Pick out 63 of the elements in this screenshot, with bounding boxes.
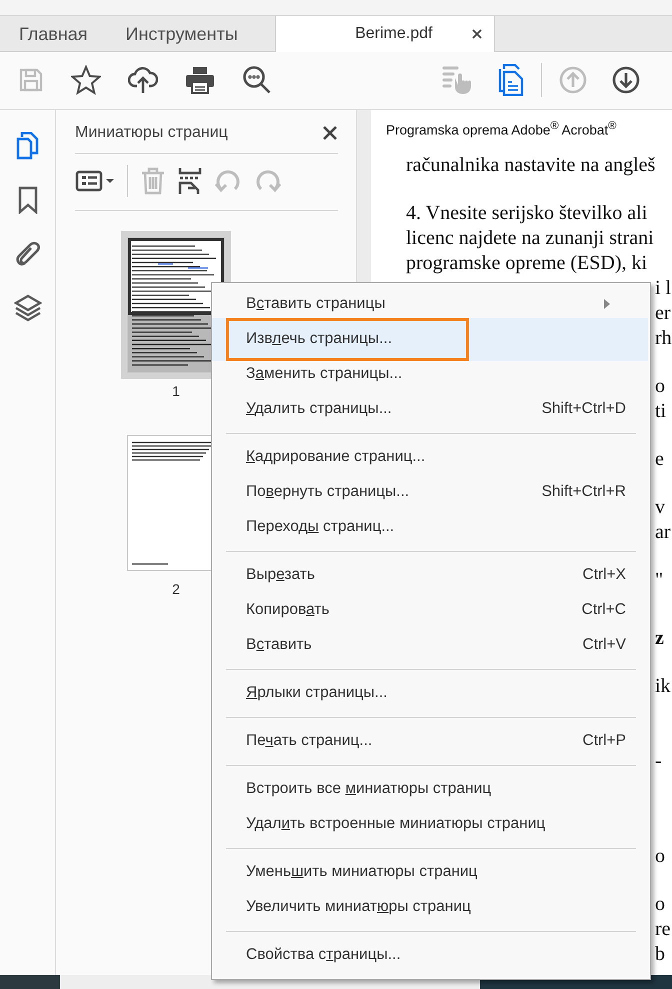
menu-item[interactable]: Встроить все миниатюры страниц bbox=[212, 772, 648, 807]
shortcut-text: Ctrl+P bbox=[582, 732, 626, 750]
tab-label[interactable]: Berime.pdf bbox=[276, 24, 472, 43]
shortcut-text: Ctrl+X bbox=[582, 566, 626, 584]
document-text-line: rh bbox=[655, 326, 672, 352]
options-menu-icon[interactable] bbox=[75, 170, 115, 192]
printer-icon[interactable] bbox=[185, 66, 215, 94]
shortcut-text: Ctrl+V bbox=[582, 636, 626, 654]
menu-item[interactable]: Печать страниц... Ctrl+P bbox=[212, 724, 648, 759]
nav-tab[interactable]: Инструменты bbox=[106, 16, 257, 51]
document-text-line: er bbox=[655, 301, 672, 326]
document-tab[interactable]: Berime.pdf bbox=[274, 16, 495, 52]
document-text-line: " bbox=[655, 568, 664, 594]
star-icon[interactable] bbox=[71, 65, 101, 96]
layers-icon[interactable] bbox=[14, 294, 42, 322]
page-number: 2 bbox=[172, 580, 180, 597]
menu-item[interactable]: Увеличить миниатюры страниц bbox=[212, 890, 648, 925]
document-text-line: e bbox=[655, 447, 665, 472]
shortcut-text: Shift+Ctrl+R bbox=[542, 483, 626, 502]
document-text-line: programske opreme (ESD), ki bbox=[406, 251, 648, 276]
menu-item[interactable]: Удалить встроенные миниатюры страниц bbox=[212, 806, 648, 842]
extract-pages-icon[interactable] bbox=[178, 166, 202, 195]
menu-item[interactable]: Удалить страницы... Shift+Ctrl+D bbox=[212, 392, 648, 427]
bookmark-icon[interactable] bbox=[18, 186, 38, 214]
pages-icon[interactable] bbox=[16, 132, 40, 160]
document-text-line: re bbox=[655, 917, 672, 942]
menu-item[interactable]: Вставить Ctrl+V bbox=[212, 628, 648, 663]
menu-item[interactable]: Извлечь страницы... bbox=[212, 318, 648, 361]
document-text-line: i l bbox=[655, 276, 672, 302]
search-icon[interactable] bbox=[242, 65, 272, 96]
panel-title: Миниатюры страниц bbox=[75, 124, 228, 142]
shortcut-text: Shift+Ctrl+D bbox=[542, 400, 626, 418]
document-text-line: - bbox=[655, 749, 663, 774]
document-text-line: ik bbox=[655, 674, 672, 700]
shortcut-text: Ctrl+C bbox=[582, 601, 626, 620]
paperclip-icon[interactable] bbox=[14, 240, 42, 268]
cloud-upload-icon[interactable] bbox=[128, 66, 158, 94]
menu-item[interactable]: Копировать Ctrl+C bbox=[212, 592, 648, 628]
menu-item[interactable]: Ярлыки страницы... bbox=[212, 676, 648, 711]
nav-tab[interactable]: Главная bbox=[0, 16, 107, 51]
document-text-line: o bbox=[655, 844, 666, 870]
close-icon[interactable] bbox=[472, 28, 482, 39]
next-page-icon[interactable] bbox=[612, 66, 640, 94]
document-text-line: ti bbox=[655, 399, 668, 424]
pages-icon[interactable] bbox=[498, 64, 524, 96]
menu-item[interactable]: Уменьшить миниатюры страниц bbox=[212, 854, 648, 890]
document-text-line: ar bbox=[655, 520, 672, 546]
menu-item[interactable]: Переходы страниц... bbox=[212, 510, 648, 545]
document-header: Programska oprema Adobe$^{®}$ Acrobat$^{®}$ bbox=[386, 120, 618, 138]
menu-item[interactable]: Вырезать Ctrl+X bbox=[212, 558, 648, 593]
document-text-line: z bbox=[655, 626, 665, 652]
document-text-line: b bbox=[655, 942, 666, 968]
document-text-line: o bbox=[655, 374, 666, 400]
document-text-line: o bbox=[655, 892, 666, 918]
document-text-line: računalnika nastavite na angleš bbox=[406, 153, 656, 178]
document-text-line: v bbox=[655, 495, 666, 520]
menu-item[interactable]: Свойства страницы... bbox=[212, 938, 648, 973]
menu-item[interactable]: Повернуть страницы... Shift+Ctrl+R bbox=[212, 474, 648, 510]
page-number: 1 bbox=[172, 382, 180, 399]
document-text-line: 4. Vnesite serijsko številko ali bbox=[406, 201, 648, 226]
document-text-line: licenc najdete na zunanji strani bbox=[406, 226, 655, 252]
menu-item[interactable]: Кадрирование страниц... bbox=[212, 440, 648, 475]
close-icon[interactable] bbox=[322, 124, 338, 141]
